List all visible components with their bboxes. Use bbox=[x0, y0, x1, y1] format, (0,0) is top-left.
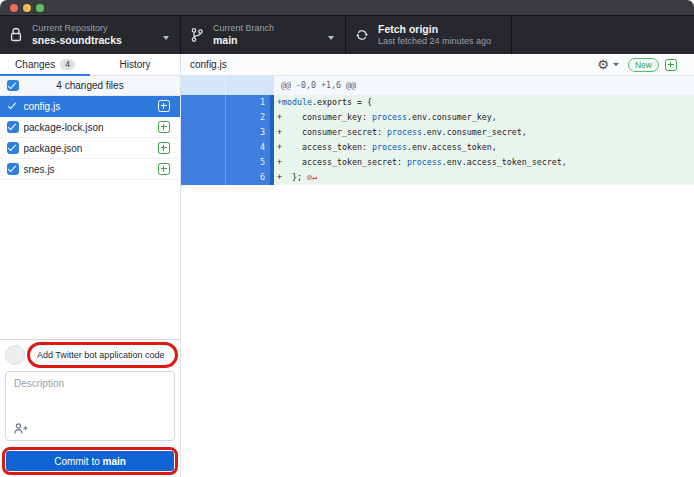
file-row-snes.js[interactable]: snes.js bbox=[0, 159, 180, 180]
commit-summary-input[interactable]: Add Twitter bot application code bbox=[30, 350, 164, 360]
close-button[interactable] bbox=[10, 4, 18, 12]
minimize-button[interactable] bbox=[23, 4, 31, 12]
include-file-icon[interactable] bbox=[158, 142, 170, 154]
file-name: snes.js bbox=[24, 164, 159, 175]
annotation-commit-button: Commit to main bbox=[2, 447, 178, 475]
include-file-icon[interactable] bbox=[158, 121, 170, 133]
hunk-header-row: @@ -0,0 +1,6 @@ bbox=[181, 76, 694, 95]
branch-name: main bbox=[213, 34, 274, 47]
commit-button-label: Commit to bbox=[54, 456, 102, 467]
expand-diff-icon[interactable] bbox=[665, 59, 677, 71]
diff-line-content: + consumer_secret: process.env.consumer_… bbox=[274, 125, 694, 140]
chevron-down-icon bbox=[163, 36, 169, 40]
diff-line-3[interactable]: 3 + consumer_secret: process.env.consumer… bbox=[181, 125, 694, 140]
include-file-icon[interactable] bbox=[158, 100, 170, 112]
chevron-down-icon bbox=[328, 36, 334, 40]
toolbar-spacer bbox=[512, 16, 694, 54]
file-checkbox[interactable] bbox=[7, 142, 19, 154]
diff-line-6[interactable]: 6 + }; ⊘↵ bbox=[181, 170, 694, 185]
gear-icon[interactable]: ⚙ bbox=[597, 58, 609, 71]
branch-label: Current Branch bbox=[213, 23, 274, 34]
sidebar: Changes 4 History 4 changed files config… bbox=[0, 54, 181, 477]
sidebar-spacer bbox=[0, 180, 180, 339]
diff-file-title: config.js bbox=[190, 59, 597, 70]
file-checkbox[interactable] bbox=[7, 163, 19, 175]
diff-panel: config.js ⚙ New @@ -0,0 +1,6 @@ 1 +module… bbox=[181, 54, 694, 477]
file-name: package.json bbox=[24, 143, 159, 154]
commit-button[interactable]: Commit to main bbox=[6, 451, 174, 471]
new-file-badge: New bbox=[628, 58, 659, 72]
tab-history-label: History bbox=[119, 59, 150, 70]
line-number: 4 bbox=[226, 140, 270, 155]
lock-icon bbox=[9, 27, 23, 43]
changed-files-header[interactable]: 4 changed files bbox=[0, 76, 180, 96]
file-checkbox[interactable] bbox=[7, 121, 19, 133]
file-row-package-lock.json[interactable]: package-lock.json bbox=[0, 117, 180, 138]
file-name: config.js bbox=[24, 101, 159, 112]
current-branch-dropdown[interactable]: Current Branch main bbox=[181, 16, 346, 54]
line-number: 5 bbox=[226, 155, 270, 170]
diff-line-content: + }; ⊘↵ bbox=[274, 170, 694, 185]
line-number: 3 bbox=[226, 125, 270, 140]
diff-line-4[interactable]: 4 + access_token: process.env.access_toke… bbox=[181, 140, 694, 155]
annotation-summary: Add Twitter bot application code bbox=[27, 342, 178, 368]
line-number: 2 bbox=[226, 110, 270, 125]
toolbar: Current Repository snes-soundtracks Curr… bbox=[0, 16, 694, 54]
description-placeholder: Description bbox=[14, 378, 64, 389]
hunk-header-text: @@ -0,0 +1,6 @@ bbox=[274, 76, 694, 95]
add-coauthor-icon[interactable] bbox=[14, 423, 28, 434]
sidebar-tabs: Changes 4 History bbox=[0, 54, 180, 76]
file-name: package-lock.json bbox=[24, 122, 159, 133]
fetch-origin-button[interactable]: Fetch origin Last fetched 24 minutes ago bbox=[346, 16, 512, 54]
tab-history[interactable]: History bbox=[90, 54, 180, 75]
repo-name: snes-soundtracks bbox=[32, 34, 122, 47]
current-repository-dropdown[interactable]: Current Repository snes-soundtracks bbox=[0, 16, 181, 54]
diff-line-content: + access_token: process.env.access_token… bbox=[274, 140, 694, 155]
file-row-package.json[interactable]: package.json bbox=[0, 138, 180, 159]
avatar bbox=[5, 345, 25, 365]
line-number: 6 bbox=[226, 170, 270, 185]
select-all-checkbox[interactable] bbox=[7, 80, 19, 92]
sync-icon bbox=[355, 27, 369, 43]
diff-line-5[interactable]: 5 + access_token_secret: process.env.acce… bbox=[181, 155, 694, 170]
fetch-title: Fetch origin bbox=[378, 23, 491, 36]
diff-line-content: + access_token_secret: process.env.acces… bbox=[274, 155, 694, 170]
diff-line-content: + consumer_key: process.env.consumer_key… bbox=[274, 110, 694, 125]
diff-view: @@ -0,0 +1,6 @@ 1 +module.exports = { 2 + c… bbox=[181, 76, 694, 477]
diff-file-header: config.js ⚙ New bbox=[181, 54, 694, 76]
diff-line-2[interactable]: 2 + consumer_key: process.env.consumer_ke… bbox=[181, 110, 694, 125]
tab-changes[interactable]: Changes 4 bbox=[0, 54, 90, 75]
repo-label: Current Repository bbox=[32, 23, 122, 34]
commit-form: Add Twitter bot application code Descrip… bbox=[0, 339, 180, 477]
commit-button-branch: main bbox=[103, 456, 126, 467]
file-row-config.js[interactable]: config.js bbox=[0, 96, 180, 117]
zoom-button[interactable] bbox=[36, 4, 44, 12]
file-list: config.js package-lock.json package.json sn… bbox=[0, 96, 180, 180]
titlebar bbox=[0, 0, 694, 16]
chevron-down-icon[interactable] bbox=[613, 63, 619, 66]
changed-files-count: 4 changed files bbox=[0, 80, 180, 91]
branch-icon bbox=[190, 27, 204, 43]
changes-count-badge: 4 bbox=[60, 59, 75, 70]
file-checkbox[interactable] bbox=[7, 100, 19, 112]
diff-line-content: +module.exports = { bbox=[274, 95, 694, 110]
fetch-subtitle: Last fetched 24 minutes ago bbox=[378, 36, 491, 47]
line-number: 1 bbox=[226, 95, 270, 110]
include-file-icon[interactable] bbox=[158, 163, 170, 175]
commit-description-input[interactable]: Description bbox=[5, 371, 175, 441]
tab-changes-label: Changes bbox=[15, 59, 55, 70]
diff-line-1[interactable]: 1 +module.exports = { bbox=[181, 95, 694, 110]
github-desktop-window: Current Repository snes-soundtracks Curr… bbox=[0, 0, 694, 477]
